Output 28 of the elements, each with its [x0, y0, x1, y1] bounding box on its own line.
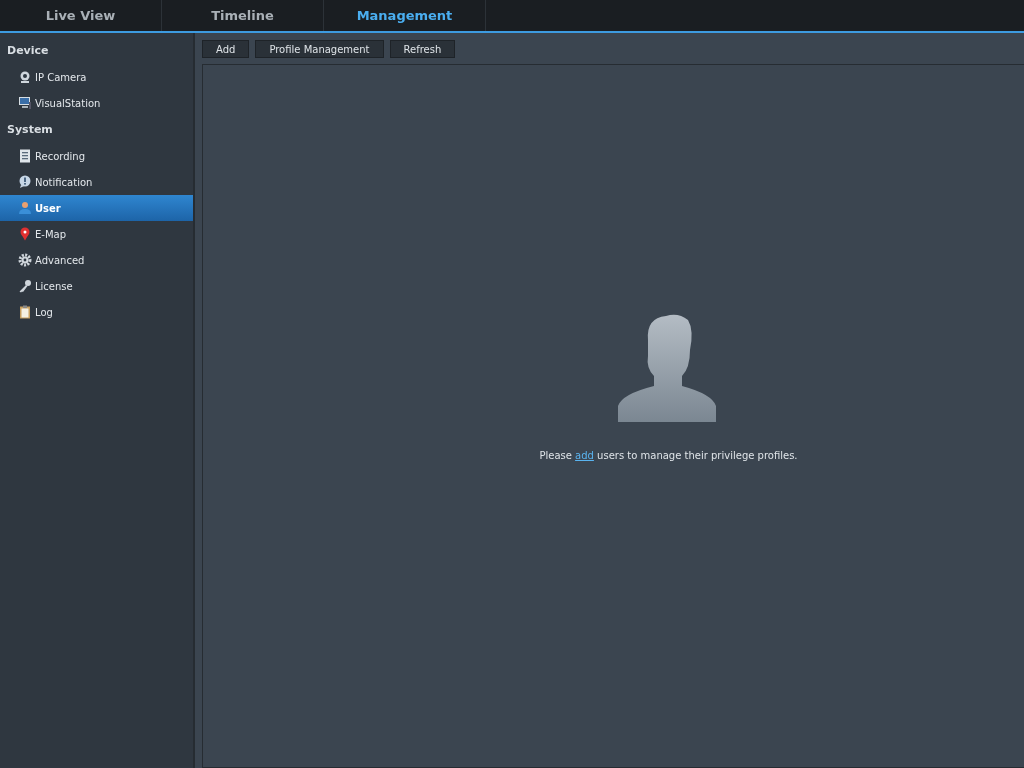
sidebar-item[interactable]: User	[0, 195, 193, 221]
sidebar-item[interactable]: Recording	[0, 143, 193, 169]
speech-bubble-icon	[18, 175, 32, 189]
sidebar-item[interactable]: VisualStation	[0, 90, 193, 116]
clipboard-icon	[18, 305, 32, 319]
list-icon	[18, 149, 32, 163]
toolbar-button[interactable]: Add	[202, 40, 250, 58]
gear-icon	[18, 253, 32, 267]
sidebar-item[interactable]: Log	[0, 299, 193, 325]
section-heading: Device	[6, 43, 50, 59]
nav-tab[interactable]: Management	[324, 0, 486, 31]
empty-state-message: Please add users to manage their privilege profiles.	[539, 450, 798, 461]
sidebar-item[interactable]: License	[0, 273, 193, 299]
sidebar-item[interactable]: Notification	[0, 169, 193, 195]
toolbar-button[interactable]: Profile Management	[255, 40, 384, 58]
monitor-icon	[18, 96, 32, 110]
webcam-icon	[18, 70, 32, 84]
sidebar-item[interactable]: E-Map	[0, 221, 193, 247]
key-icon	[18, 279, 32, 293]
sidebar-item[interactable]: Advanced	[0, 247, 193, 273]
nav-tab[interactable]: Timeline	[162, 0, 324, 31]
nav-tab[interactable]: Live View	[0, 0, 162, 31]
toolbar-button[interactable]: Refresh	[389, 40, 456, 58]
add-link[interactable]: add	[575, 450, 594, 461]
section-heading: System	[6, 122, 54, 138]
map-pin-icon	[18, 227, 32, 241]
sidebar-item[interactable]: IP Camera	[0, 64, 193, 90]
person-icon	[18, 201, 32, 215]
